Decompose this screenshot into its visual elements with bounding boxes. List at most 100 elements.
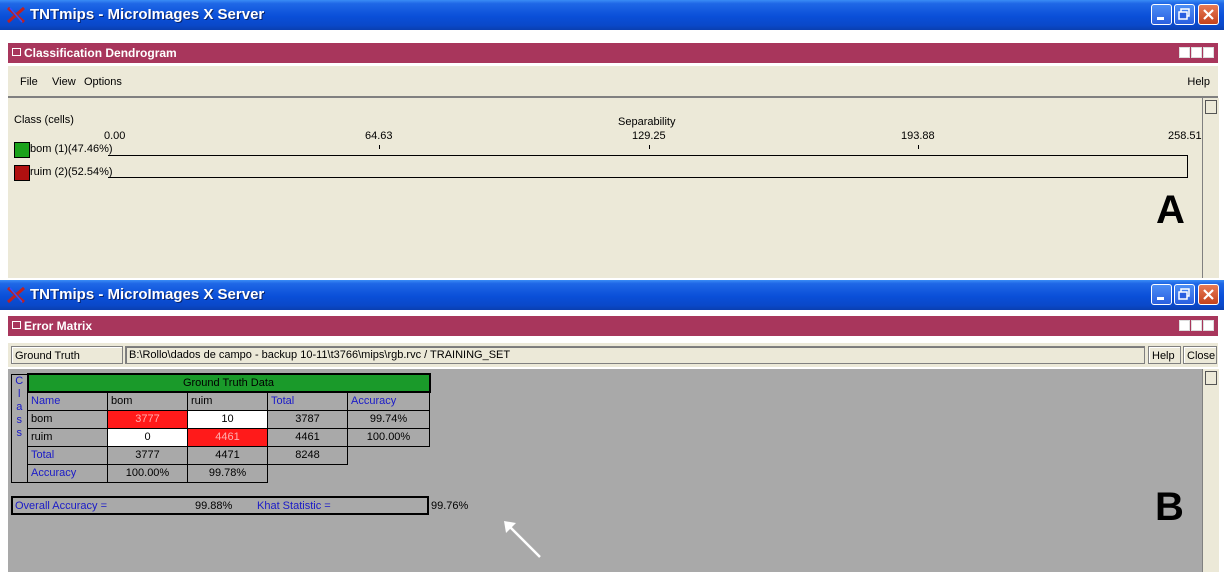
- class-swatch-ruim: [14, 165, 30, 181]
- tick-label-1: 64.63: [365, 130, 393, 142]
- panel-letter-a: A: [1156, 188, 1185, 232]
- window-menu-icon[interactable]: [12, 48, 21, 56]
- restore-icon: [1178, 8, 1190, 20]
- cell-ruim-ruim: 4461: [187, 427, 268, 447]
- window2-title: TNTmips - MicroImages X Server: [30, 286, 265, 303]
- tick-label-0: 0.00: [104, 130, 126, 142]
- branch-ruim: [108, 177, 1188, 178]
- tntmips-app-icon: [7, 6, 25, 24]
- side-letter: C: [15, 374, 24, 387]
- motif-close-icon[interactable]: [1203, 320, 1214, 331]
- error-matrix-window-header[interactable]: Error Matrix: [8, 316, 1218, 336]
- cell-bom-ruim: 10: [187, 409, 268, 429]
- menu-help[interactable]: Help: [1187, 76, 1210, 88]
- cell-ruim-total: 4461: [267, 427, 348, 447]
- error-matrix-table: C l a s s Ground Truth Data Name bom rui…: [11, 373, 431, 483]
- class-header: Class (cells): [14, 114, 74, 126]
- side-letter: s: [16, 413, 23, 426]
- table-row: Total 3777 4471 8248: [12, 445, 430, 465]
- empty-cell: [268, 464, 348, 482]
- side-letter: s: [16, 426, 23, 439]
- side-letter: l: [18, 387, 21, 400]
- help-button[interactable]: Help: [1148, 346, 1181, 364]
- close-button[interactable]: [1198, 4, 1219, 25]
- ground-truth-raster-button[interactable]: Ground Truth Raster...: [11, 346, 123, 380]
- col-header-accuracy: Accuracy: [347, 391, 430, 411]
- row-name-bom: bom: [27, 409, 108, 429]
- cell-bom-bom: 3777: [107, 409, 188, 429]
- raster-path-field[interactable]: B:\Rollo\dados de campo - backup 10-11\t…: [125, 346, 1145, 364]
- tick-mark: [379, 145, 380, 149]
- cell-ruim-accuracy: 100.00%: [347, 427, 430, 447]
- motif-close-icon[interactable]: [1203, 47, 1214, 58]
- total-bom: 3777: [107, 445, 188, 465]
- error-matrix-scrollbar[interactable]: [1202, 369, 1219, 572]
- table-row: Accuracy 100.00% 99.78%: [12, 463, 430, 483]
- window-menu-icon[interactable]: [12, 321, 21, 329]
- close-button[interactable]: [1198, 284, 1219, 305]
- motif-minimize-icon[interactable]: [1179, 320, 1190, 331]
- class-swatch-bom: [14, 142, 30, 158]
- window1-title: TNTmips - MicroImages X Server: [30, 6, 265, 23]
- class-side-label: C l a s s: [11, 373, 28, 483]
- branch-bom: [108, 155, 1188, 156]
- khat-statistic-label: Khat Statistic =: [257, 500, 331, 512]
- close-icon: [1203, 9, 1214, 20]
- window2-titlebar[interactable]: TNTmips - MicroImages X Server: [0, 280, 1224, 310]
- total-row-label: Total: [27, 445, 108, 465]
- close-icon: [1203, 289, 1214, 300]
- tick-mark: [918, 145, 919, 149]
- cell-ruim-bom: 0: [107, 427, 188, 447]
- panel-letter-b: B: [1155, 485, 1184, 529]
- class-label-ruim: ruim (2)(52.54%): [30, 166, 113, 178]
- scroll-up-arrow-icon[interactable]: [1205, 371, 1217, 385]
- total-all: 8248: [267, 445, 348, 465]
- dendrogram-scrollbar[interactable]: [1202, 98, 1219, 278]
- motif-maximize-icon[interactable]: [1191, 47, 1202, 58]
- minimize-icon: [1157, 297, 1164, 300]
- restore-button[interactable]: [1174, 284, 1195, 305]
- col-header-total: Total: [267, 391, 348, 411]
- window1-titlebar[interactable]: TNTmips - MicroImages X Server: [0, 0, 1224, 30]
- tick-label-2: 129.25: [632, 130, 666, 142]
- cell-bom-accuracy: 99.74%: [347, 409, 430, 429]
- menu-file[interactable]: File: [20, 76, 38, 88]
- restore-button[interactable]: [1174, 4, 1195, 25]
- side-letter: a: [16, 400, 23, 413]
- empty-cell: [348, 464, 430, 482]
- separability-axis-title: Separability: [618, 116, 676, 128]
- scroll-up-arrow-icon[interactable]: [1205, 100, 1217, 114]
- col-header-ruim: ruim: [187, 391, 268, 411]
- motif-minimize-icon[interactable]: [1179, 47, 1190, 58]
- ground-truth-header: Ground Truth Data: [26, 373, 431, 393]
- minimize-button[interactable]: [1151, 284, 1172, 305]
- table-row: ruim 0 4461 4461 100.00%: [12, 427, 430, 447]
- khat-statistic-value: 99.76%: [431, 500, 469, 512]
- class-label-bom: bom (1)(47.46%): [30, 143, 113, 155]
- accuracy-row-label: Accuracy: [27, 463, 108, 483]
- pointer-arrow-icon: [504, 521, 541, 558]
- minimize-icon: [1157, 17, 1164, 20]
- table-row: bom 3777 10 3787 99.74%: [12, 409, 430, 429]
- empty-cell: [348, 446, 430, 464]
- overall-accuracy-row: Overall Accuracy = 99.88% Khat Statistic…: [11, 496, 429, 515]
- dendrogram-title: Classification Dendrogram: [24, 46, 177, 60]
- overall-accuracy-label: Overall Accuracy =: [15, 500, 108, 512]
- dendrogram-menubar: File View Options Help: [8, 66, 1218, 98]
- dendrogram-canvas: Class (cells) Separability 0.00 64.63 12…: [8, 98, 1202, 278]
- error-matrix-toolbar: Ground Truth Raster... B:\Rollo\dados de…: [8, 343, 1218, 380]
- tick-mark: [649, 145, 650, 149]
- menu-options[interactable]: Options: [84, 76, 122, 88]
- minimize-button[interactable]: [1151, 4, 1172, 25]
- accuracy-ruim: 99.78%: [187, 463, 268, 483]
- total-ruim: 4471: [187, 445, 268, 465]
- cell-bom-total: 3787: [267, 409, 348, 429]
- close-text-button[interactable]: Close: [1183, 346, 1217, 364]
- row-name-ruim: ruim: [27, 427, 108, 447]
- accuracy-bom: 100.00%: [107, 463, 188, 483]
- tick-label-4: 258.51: [1168, 130, 1202, 142]
- overall-accuracy-value: 99.88%: [195, 500, 233, 512]
- menu-view[interactable]: View: [52, 76, 76, 88]
- dendrogram-window-header[interactable]: Classification Dendrogram: [8, 43, 1218, 63]
- motif-maximize-icon[interactable]: [1191, 320, 1202, 331]
